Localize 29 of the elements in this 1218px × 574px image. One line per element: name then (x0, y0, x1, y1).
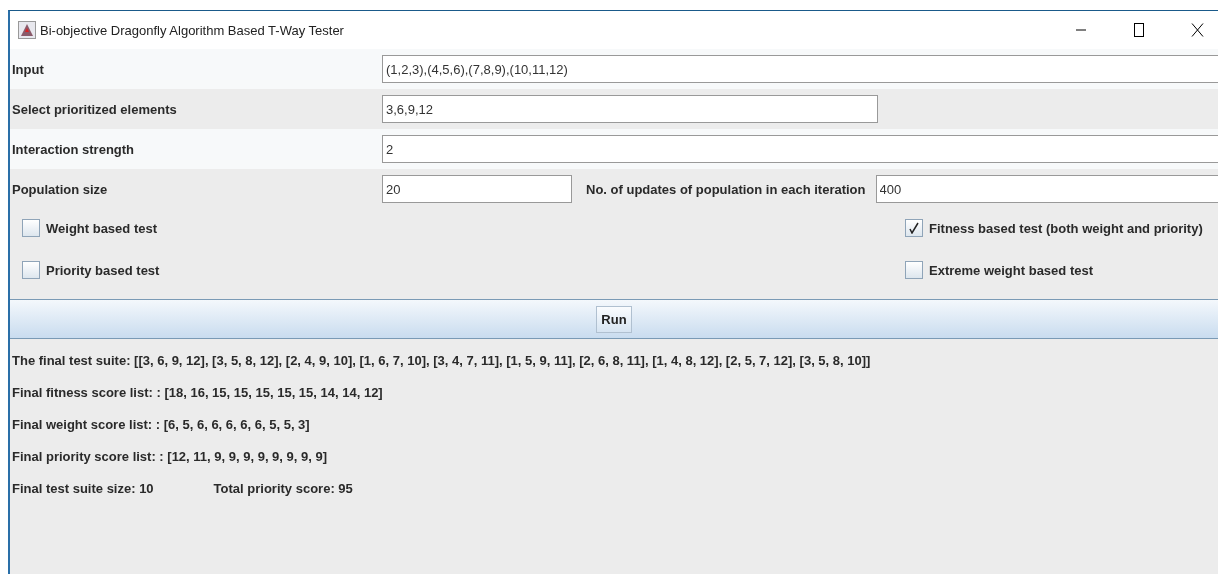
field-label: Population size (11, 181, 109, 197)
result-text: Final test suite size: 10 (12, 481, 154, 496)
checkbox[interactable] (22, 219, 40, 237)
maximize-icon[interactable] (1133, 23, 1145, 37)
result-text: Final priority score list: : [12, 11, 9, 9, 9, 9, 9, 9, 9, 9] (12, 449, 329, 464)
close-icon[interactable] (1191, 23, 1204, 37)
text-field[interactable]: 2 (382, 135, 1218, 163)
text-field[interactable]: 3,6,9,12 (382, 95, 878, 123)
result-text: Final weight score list: : [6, 5, 6, 6, 6, 6, 6, 5, 5, 3] (12, 417, 311, 432)
result-text: Final fitness score list: : [18, 16, 15, 15, 15, 15, 15, 14, 14, 12] (12, 385, 384, 400)
text-field[interactable]: (1,2,3),(4,5,6),(7,8,9),(10,11,12) (382, 55, 1218, 83)
checkbox-label: Fitness based test (both weight and priority) (929, 220, 1203, 236)
checkbox-label: Weight based test (46, 220, 157, 236)
field-label: Input (11, 61, 45, 77)
text-field[interactable]: 20 (382, 175, 572, 203)
checkbox-label: Extreme weight based test (929, 262, 1093, 278)
checkbox[interactable] (905, 261, 923, 279)
run-button[interactable]: Run (596, 305, 632, 333)
app-icon (18, 21, 36, 39)
result-text: Total priority score: 95 (213, 481, 353, 496)
checkbox-label: Priority based test (46, 262, 160, 278)
field-label: Interaction strength (11, 141, 136, 157)
result-text: The final test suite: [[3, 6, 9, 12], [3, 5, 8, 12], [2, 4, 9, 10], [1, 6, 7, 10], [3, 4, 7, 11], [1, 5, 9, 11], [2, 6, 8, 11], [1, 4, 8, 12], [2, 5, 7, 12], [3, 5, 8, 10]] (12, 353, 872, 368)
checkbox[interactable] (22, 261, 40, 279)
field-label: Select prioritized elements (11, 101, 178, 117)
window-title: Bi-objective Dragonfly Algorithm Based T-Way Tester (40, 22, 345, 38)
field-label: No. of updates of population in each iteration (585, 181, 867, 197)
checkbox[interactable] (905, 219, 923, 237)
text-field[interactable]: 400 (875, 175, 1218, 203)
